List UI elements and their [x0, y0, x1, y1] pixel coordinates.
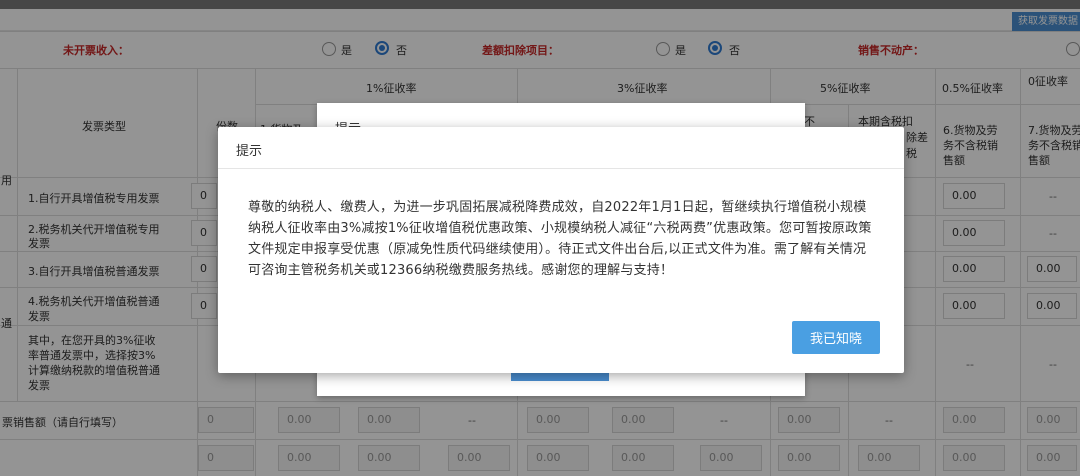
acknowledge-button[interactable]: 我已知晓: [792, 321, 880, 354]
notice-dialog-title: 提示: [236, 144, 263, 159]
notice-dialog-message: 尊敬的纳税人、缴费人，为进一步巩固拓展减税降费成效，自2022年1月1日起，暂继…: [248, 200, 872, 278]
notice-dialog: 提示 尊敬的纳税人、缴费人，为进一步巩固拓展减税降费成效，自2022年1月1日起…: [218, 127, 904, 373]
background-dialog-button[interactable]: [511, 373, 609, 381]
notice-dialog-header: 提示: [218, 127, 904, 169]
